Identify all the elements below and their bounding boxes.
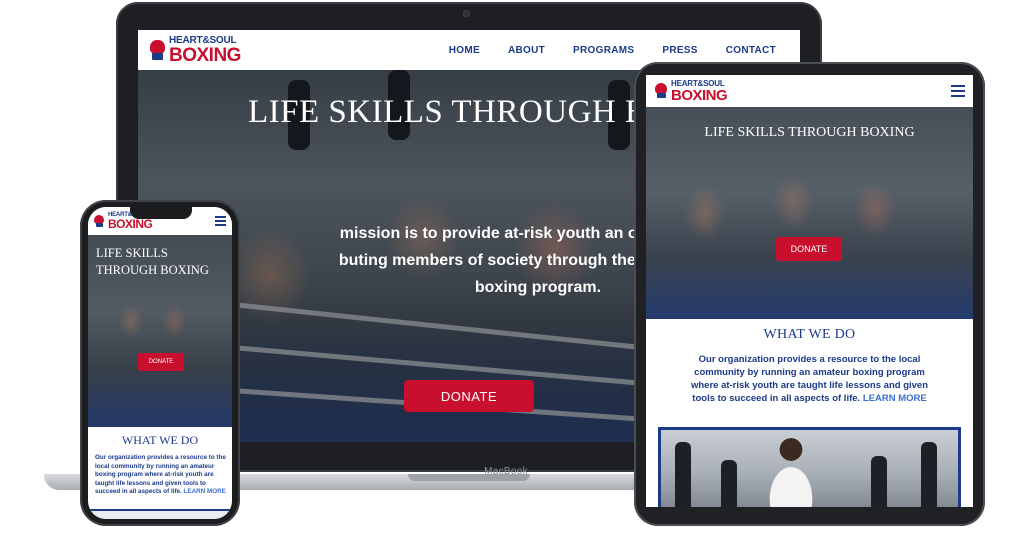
learn-more-link[interactable]: LEARN MORE: [863, 393, 927, 404]
device-mockup-stage: HEART&SOUL BOXING HOME ABOUT PROGRAMS PR…: [0, 0, 1012, 534]
hero-title-line: THROUGH BOXING: [96, 263, 209, 277]
text-line: community by running an amateur boxing p…: [694, 367, 925, 378]
punching-bag: [721, 460, 737, 507]
hamburger-menu-icon[interactable]: [951, 85, 965, 97]
nav-contact[interactable]: CONTACT: [726, 45, 776, 56]
text-line: taught life lessons and given tools to: [95, 479, 206, 487]
section-divider: [88, 509, 232, 519]
laptop-notch: [408, 474, 530, 481]
tablet-hero-banner: LIFE SKILLS THROUGH BOXING DONATE: [646, 107, 973, 319]
text-line: local community by running an amateur: [95, 462, 215, 470]
donate-button[interactable]: DONATE: [776, 237, 842, 261]
hamburger-menu-icon[interactable]: [215, 216, 226, 226]
boxing-glove-icon: [94, 214, 105, 228]
what-we-do-text: Our organization provides a resource to …: [668, 353, 951, 405]
text-line: where at-risk youth are taught life less…: [690, 380, 929, 391]
punching-bag: [871, 456, 887, 507]
text-line: Our organization provides a resource to …: [698, 354, 921, 365]
text-line: Our organization provides a resource to …: [95, 454, 226, 461]
site-logo[interactable]: HEART&SOUL BOXING: [654, 79, 728, 104]
what-we-do-title: WHAT WE DO: [763, 327, 856, 342]
what-we-do-text: Our organization provides a resource to …: [95, 454, 227, 497]
logo-bottom-text: BOXING: [108, 217, 153, 231]
punching-bag: [675, 442, 691, 507]
nav-about[interactable]: ABOUT: [508, 45, 545, 56]
hero-title: LIFE SKILLS THROUGH BOXING: [96, 245, 209, 279]
boxer-photo: [658, 427, 961, 507]
hero-title: LIFE SKILLS THROUGH BOX: [248, 94, 697, 130]
nav-press[interactable]: PRESS: [662, 45, 697, 56]
tablet-screen: HEART&SOUL BOXING LIFE SKILLS THROUGH BO…: [646, 75, 973, 507]
text-line: tools to succeed in all aspects of life.…: [668, 392, 951, 405]
donate-button[interactable]: DONATE: [138, 353, 184, 371]
main-nav: HOME ABOUT PROGRAMS PRESS CONTACT: [449, 45, 776, 56]
boxer-figure: [756, 436, 826, 507]
nav-programs[interactable]: PROGRAMS: [573, 45, 634, 56]
hero-title: LIFE SKILLS THROUGH BOXING: [704, 125, 915, 140]
logo-bottom-text: BOXING: [169, 44, 241, 66]
phone-hero-banner: LIFE SKILLS THROUGH BOXING DONATE: [88, 235, 232, 427]
phone-notch: [130, 207, 192, 219]
text-line-end: succeed in all aspects of life.: [95, 488, 182, 495]
donate-button[interactable]: DONATE: [404, 380, 534, 412]
punching-bag: [921, 442, 937, 507]
logo-bottom-text: BOXING: [671, 86, 728, 104]
tablet-header: HEART&SOUL BOXING: [646, 75, 973, 107]
boxing-glove-icon: [148, 40, 166, 60]
hero-title-line: LIFE SKILLS: [96, 246, 168, 260]
boxing-glove-icon: [654, 83, 668, 99]
text-line: boxing program where at-risk youth are: [95, 471, 214, 478]
site-logo[interactable]: HEART&SOUL BOXING: [148, 34, 241, 66]
phone-screen: HEART&SOUL BOXING LIFE SKILLS THROUGH BO…: [88, 207, 232, 519]
nav-home[interactable]: HOME: [449, 45, 480, 56]
text-line: succeed in all aspects of life. LEARN MO…: [95, 488, 227, 497]
learn-more-link[interactable]: LEARN MORE: [184, 488, 226, 495]
text-line-end: tools to succeed in all aspects of life.: [692, 393, 861, 404]
camera-icon: [463, 10, 470, 17]
what-we-do-title: WHAT WE DO: [121, 433, 199, 447]
logo-top-text: HEART&SOUL: [169, 34, 237, 46]
